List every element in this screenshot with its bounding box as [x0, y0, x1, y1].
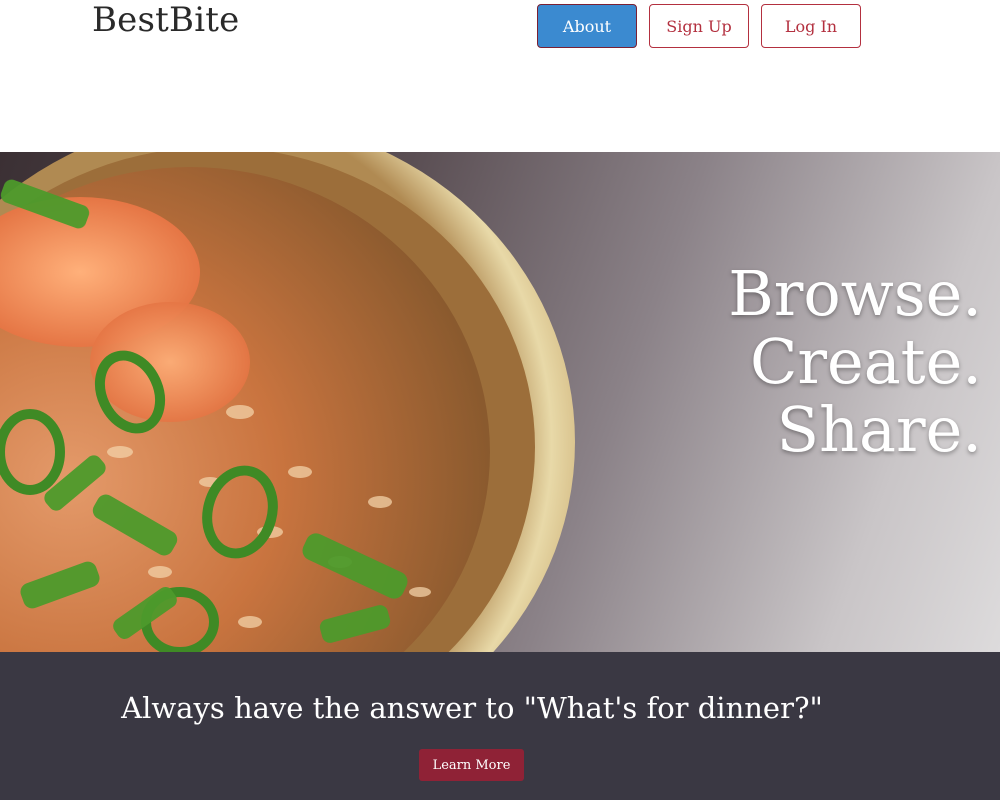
log-in-button[interactable]: Log In [761, 4, 861, 48]
hero-section: Browse. Create. Share. [0, 152, 1000, 652]
hero-line-create: Create. [749, 325, 982, 398]
hero-line-browse: Browse. [728, 257, 982, 330]
top-navbar: BestBite About Sign Up Log In [0, 0, 1000, 152]
nav-buttons: About Sign Up Log In [537, 4, 861, 48]
brand-logo[interactable]: BestBite [92, 0, 239, 40]
hero-line-share: Share. [776, 393, 982, 466]
learn-more-button[interactable]: Learn More [419, 749, 524, 781]
about-button[interactable]: About [537, 4, 637, 48]
sign-up-button[interactable]: Sign Up [649, 4, 749, 48]
hero-headline: Browse. Create. Share. [728, 260, 982, 464]
tagline-band: Always have the answer to "What's for di… [0, 652, 1000, 800]
tagline-text: Always have the answer to "What's for di… [121, 691, 823, 725]
